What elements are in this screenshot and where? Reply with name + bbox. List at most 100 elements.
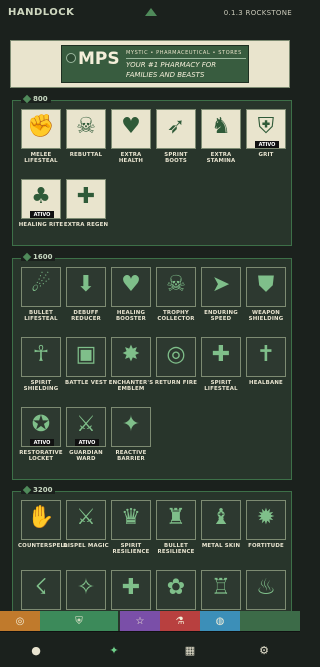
shop-item-card[interactable]: ⚔ DISPEL MAGIC [63,500,109,562]
item-art: ☠ [66,109,106,149]
tree-icon: ♣ [31,184,51,209]
hand-spell-icon: ✋ [27,505,55,530]
shop-item-card[interactable]: ✸ ENCHANTER'S EMBLEM [108,337,154,399]
item-art: ✚ [201,337,241,377]
flame-figure-icon: ♨ [256,575,276,600]
shop-item-card[interactable]: ♣ ATIVO HEALING RITE [18,179,64,241]
spirit-armor-icon: ♛ [121,505,141,530]
globe-icon: ◍ [215,615,225,627]
item-art: ♥ [111,267,151,307]
item-art: ⚔ ATIVO [66,407,106,447]
item-name: HEALBANE [249,380,283,386]
active-badge: ATIVO [75,439,99,446]
vest-icon: ▣ [75,342,97,367]
shop-item-card[interactable]: ✹ FORTITUDE [246,500,286,562]
fairy-icon: ✿ [166,575,186,600]
item-name: SPIRIT SHIELDING [23,380,59,393]
bullet-shield-icon: ⛊ [257,272,275,297]
item-name: MELEE LIFESTEAL [24,152,58,165]
shop-item-card[interactable]: ♥ HEALING BOOSTER [111,267,151,329]
bandage-icon: ✚ [76,184,96,209]
hand-plus-icon: ✚ [121,575,141,600]
shop-item-card[interactable]: ☠ TROPHY COLLECTOR [156,267,196,329]
item-name: HEALING RITE [18,222,64,228]
shop-item-card[interactable]: ◎ RETURN FIRE [155,337,197,399]
item-art: ♛ [111,500,151,540]
fanged-mouth-icon: ☄ [31,272,51,297]
shop-item-card[interactable]: ✚ EXTRA REGEN [64,179,108,241]
item-art: ☄ [21,267,61,307]
shop-item-card[interactable]: ☄ BULLET LIFESTEAL [21,267,61,329]
shop-item-card[interactable]: ♥ EXTRA HEALTH [111,109,151,171]
item-art: ✋ [21,500,61,540]
app-logo: HANDLOCK [8,7,75,18]
top-bar: HANDLOCK 0.1.3 ROCKSTONE [0,0,300,32]
shop-item-card[interactable]: ⚔ ATIVO GUARDIAN WARD [66,407,106,469]
heart-cross-icon: ✚ [211,342,231,367]
tier-label: 800 [21,94,51,104]
nav-button[interactable]: ● [26,642,46,658]
target-figure-icon: ◎ [166,342,186,367]
shop-item-card[interactable]: ✊ MELEE LIFESTEAL [21,109,61,171]
shop-item-card[interactable]: ♝ METAL SKIN [201,500,241,562]
target-icon: ◎ [15,615,25,627]
active-badge: ATIVO [30,439,54,446]
item-name: HEALING BOOSTER [115,310,147,323]
green-beam-icon: ☇ [34,575,48,600]
nav-button[interactable]: ⚙ [254,642,274,658]
item-art: ◎ [156,337,196,377]
shop-item-card[interactable]: ♜ BULLET RESILIENCE [156,500,196,562]
item-art: ☠ [156,267,196,307]
shop-item-card[interactable]: ✚ SPIRIT LIFESTEAL [201,337,241,399]
shop-item-card[interactable]: ✦ REACTIVE BARRIER [111,407,151,469]
shop-item-card[interactable]: ☥ SPIRIT SHIELDING [21,337,61,399]
item-name: FORTITUDE [248,543,284,549]
banner-title: MPS [78,49,120,69]
hex-icon [22,94,32,104]
category-tab[interactable]: ◍ [200,611,240,631]
winged-boot-icon: ➶ [166,114,186,139]
category-tab[interactable]: ◎ [0,611,40,631]
bottom-navigation: ● ✦ ▦ ⚙ [0,631,300,667]
shop-item-card[interactable]: ⛨ ATIVO GRIT [246,109,286,171]
nav-button[interactable]: ▦ [180,642,200,658]
item-name: SPIRIT RESILIENCE [112,543,150,556]
category-tab[interactable]: ⚗ [160,611,200,631]
sparkle-nav-icon: ✦ [109,643,119,657]
shop-item-card[interactable]: ✝ HEALBANE [246,337,286,399]
shop-item-card[interactable]: ✪ ATIVO RESTORATIVE LOCKET [19,407,63,469]
shop-item-card[interactable]: ⛊ WEAPON SHIELDING [246,267,286,329]
item-art: ⚔ [66,500,106,540]
item-art: ♨ [246,570,286,610]
nav-button[interactable]: ✦ [104,642,124,658]
shop-item-card[interactable]: ♛ SPIRIT RESILIENCE [111,500,151,562]
shop-item-card[interactable]: ♞ EXTRA STAMINA [201,109,241,171]
brute-icon: ♜ [166,505,186,530]
item-name: ENCHANTER'S EMBLEM [108,380,154,393]
item-art: ♜ [156,500,196,540]
item-art: ♣ ATIVO [21,179,61,219]
shop-item-card[interactable]: ✋ COUNTERSPELL [18,500,68,562]
shop-item-card[interactable]: ➤ ENDURING SPEED [201,267,241,329]
item-art: ✸ [111,337,151,377]
shop-item-card[interactable]: ▣ BATTLE VEST [65,337,107,399]
reaper-icon: ✝ [256,342,276,367]
chest-icon: ♖ [211,575,231,600]
shop-item-card[interactable]: ☠ REBUTTAL [66,109,106,171]
shop-item-card[interactable]: ⬇ DEBUFF REDUCER [66,267,106,329]
shop-item-card[interactable]: ➶ SPRINT BOOTS [156,109,196,171]
down-arrow-icon: ⬇ [76,272,96,297]
item-name: BULLET RESILIENCE [157,543,195,556]
hex-icon [22,252,32,262]
sword-bird-icon: ⚔ [76,412,96,437]
sparkle-icon: ✧ [76,575,96,600]
item-name: TROPHY COLLECTOR [157,310,195,323]
item-art: ♥ [111,109,151,149]
crossed-swords-icon: ⚔ [76,505,96,530]
category-tab[interactable]: ☆ [120,611,160,631]
item-art: ♞ [201,109,241,149]
item-name: DEBUFF REDUCER [71,310,101,323]
tier-value: 3200 [33,486,53,494]
active-badge: ATIVO [255,141,279,148]
category-tab[interactable]: ⛨ [40,611,118,631]
